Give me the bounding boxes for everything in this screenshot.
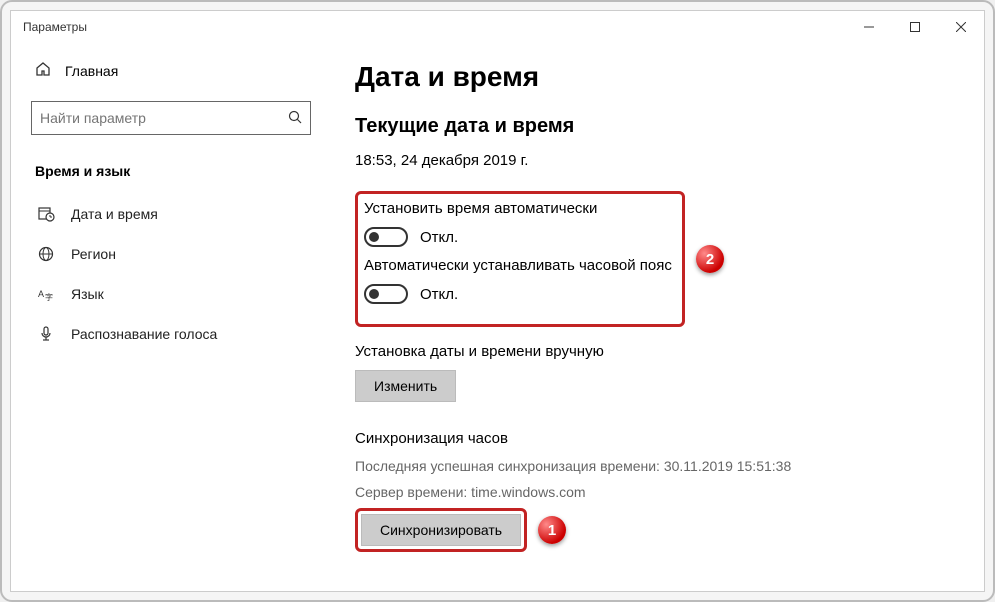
maximize-button[interactable] [892,11,938,43]
sync-last-label: Последняя успешная синхронизация времени… [355,457,960,477]
auto-time-state: Откл. [420,229,458,246]
settings-window: Параметры Главная [10,10,985,592]
auto-timezone-state: Откл. [420,286,458,303]
sidebar-item-language[interactable]: A字 Язык [31,274,311,314]
microphone-icon [35,326,57,342]
language-icon: A字 [35,286,57,302]
search-box[interactable] [31,101,311,135]
home-label: Главная [65,63,118,79]
sync-title: Синхронизация часов [355,430,960,447]
current-datetime-title: Текущие дата и время [355,115,960,138]
annotation-box-toggles: Установить время автоматически Откл. Авт… [355,191,685,327]
section-title: Время и язык [31,155,311,193]
sidebar-item-label: Язык [71,286,104,302]
sidebar-item-label: Регион [71,246,116,262]
minimize-button[interactable] [846,11,892,43]
main-content: Дата и время Текущие дата и время 18:53,… [331,43,984,591]
calendar-clock-icon [35,205,57,222]
page-title: Дата и время [355,61,960,93]
window-title: Параметры [23,20,87,34]
sidebar-item-region[interactable]: Регион [31,234,311,274]
auto-timezone-label: Автоматически устанавливать часовой пояс [364,257,672,274]
home-link[interactable]: Главная [31,53,311,89]
search-input[interactable] [40,110,288,126]
svg-text:A: A [38,289,44,299]
svg-text:字: 字 [45,292,53,302]
annotation-box-sync: Синхронизировать 1 [355,508,527,552]
close-button[interactable] [938,11,984,43]
sidebar-item-label: Дата и время [71,206,158,222]
sidebar-item-label: Распознавание голоса [71,326,217,342]
home-icon [35,61,51,81]
sidebar-item-datetime[interactable]: Дата и время [31,193,311,234]
manual-set-label: Установка даты и времени вручную [355,343,960,360]
change-button[interactable]: Изменить [355,370,456,402]
auto-time-label: Установить время автоматически [364,200,672,217]
auto-timezone-toggle[interactable] [364,284,408,304]
search-icon [288,110,302,127]
sync-button[interactable]: Синхронизировать [361,514,521,546]
annotation-callout-2: 2 [696,245,724,273]
titlebar: Параметры [11,11,984,43]
globe-icon [35,246,57,262]
auto-time-toggle[interactable] [364,227,408,247]
sidebar-item-speech[interactable]: Распознавание голоса [31,314,311,354]
current-datetime-value: 18:53, 24 декабря 2019 г. [355,152,960,169]
sidebar: Главная Время и язык Дата и время [11,43,331,591]
annotation-callout-1: 1 [538,516,566,544]
sync-server-label: Сервер времени: time.windows.com [355,483,960,503]
